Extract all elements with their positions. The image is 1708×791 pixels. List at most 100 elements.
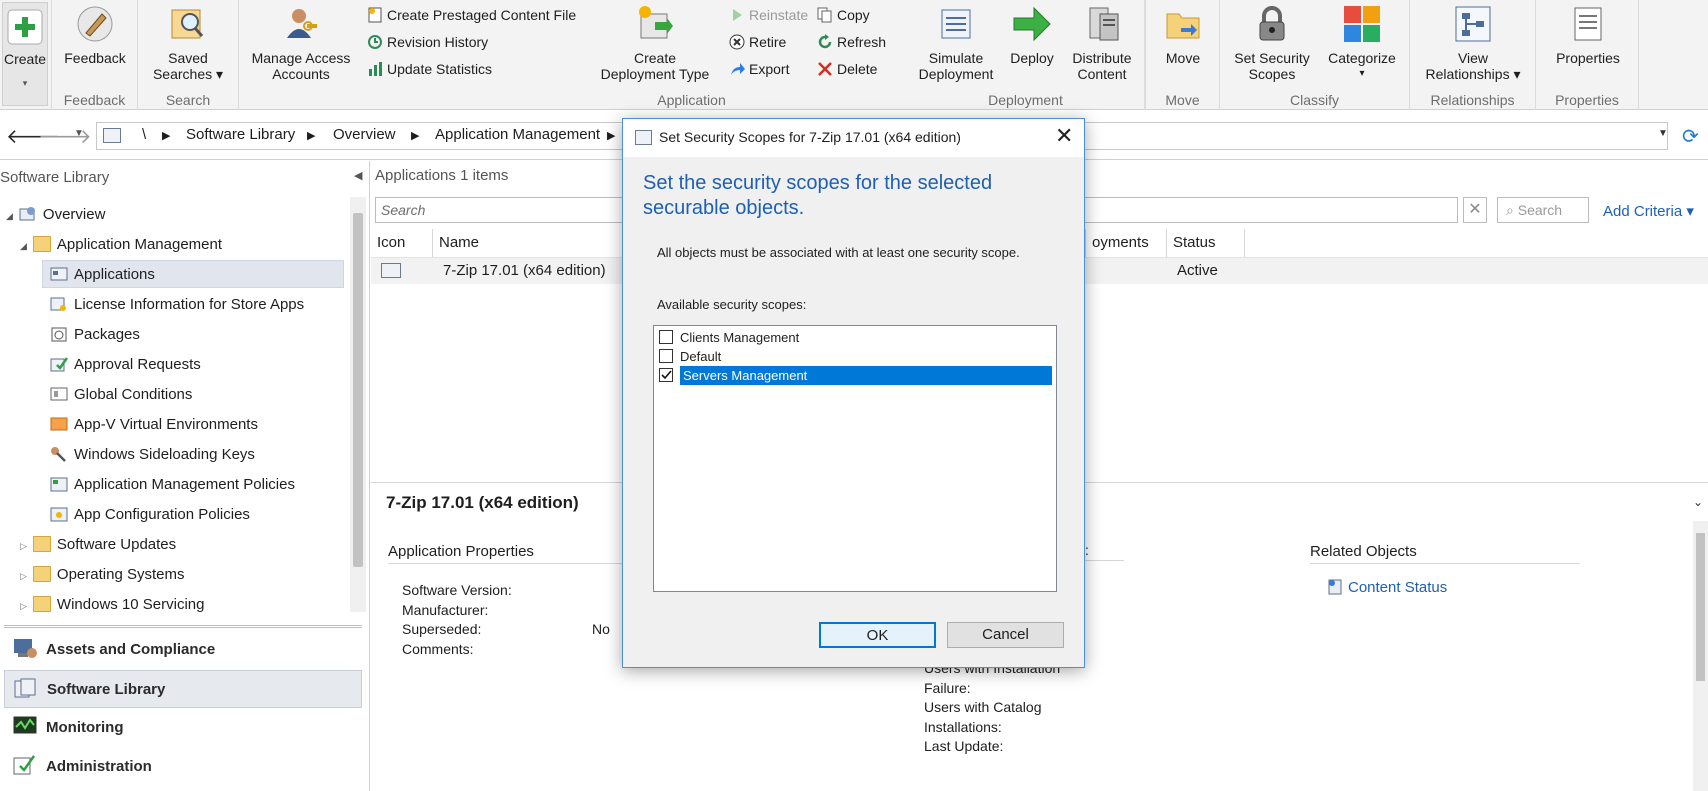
manage-access-button[interactable]: Manage Access Accounts [247,4,355,82]
deploy-button[interactable]: Deploy [1004,4,1060,66]
delete-x-icon [817,61,833,77]
add-criteria-link[interactable]: Add Criteria ▾ [1603,202,1694,220]
copy-button[interactable]: Copy [817,4,870,26]
tree-item-software-updates[interactable]: ▷ Software Updates [20,532,176,558]
export-button[interactable]: Export [729,58,789,80]
ok-button[interactable]: OK [819,622,936,648]
monitoring-icon [12,714,38,736]
workspace-label: Monitoring [46,719,124,736]
expand-arrow-icon[interactable]: ▷ [20,541,27,551]
create-deployment-type-button[interactable]: Create Deployment Type [593,4,717,82]
details-scrollbar-thumb[interactable] [1696,533,1705,681]
collapse-arrow-icon[interactable]: ◢ [6,211,13,221]
scope-checkbox-checked[interactable] [659,368,673,382]
breadcrumb-root[interactable]: \ [142,126,146,143]
feedback-button[interactable]: Feedback [58,4,132,66]
history-dropdown-icon[interactable]: ▼ [74,128,84,139]
pane-splitter[interactable] [4,625,362,628]
stat-label: Users with Catalog [924,699,1042,715]
scope-item-default[interactable]: Default [657,347,1052,366]
column-header-status[interactable]: Status [1167,229,1245,257]
approval-requests-icon [50,355,69,372]
expand-arrow-icon[interactable]: ▷ [20,571,27,581]
breadcrumb-application-management[interactable]: Application Management [435,126,600,143]
move-button[interactable]: Move [1152,4,1214,66]
dialog-titlebar[interactable]: Set Security Scopes for 7-Zip 17.01 (x64… [623,119,1084,157]
tree-item-operating-systems[interactable]: ▷ Operating Systems [20,562,184,588]
refresh-button[interactable]: Refresh [817,31,886,53]
tree-item-label: App-V Virtual Environments [74,416,258,433]
details-scrollbar[interactable] [1693,521,1708,791]
group-label-relationships: Relationships [1430,92,1515,108]
saved-searches-button[interactable]: Saved Searches ▾ [148,4,228,82]
tree-item-app-configuration-policies[interactable]: App Configuration Policies [50,502,250,528]
workspace-assets-compliance[interactable]: Assets and Compliance [4,631,362,669]
refresh-icon[interactable]: ⟳ [1682,124,1699,149]
close-icon[interactable]: ✕ [1055,123,1073,149]
reinstate-button[interactable]: Reinstate [729,4,808,26]
workspace-administration[interactable]: Administration [4,748,362,786]
nav-scrollbar-thumb[interactable] [353,213,363,567]
application-properties-title: Application Properties [388,543,534,560]
tree-item-packages[interactable]: Packages [50,322,140,348]
tree-item-overview[interactable]: ◢ Overview [6,202,105,228]
tree-item-appv-environments[interactable]: App-V Virtual Environments [50,412,258,438]
column-header-icon[interactable]: Icon [371,229,433,257]
scope-item-servers-management[interactable]: Servers Management [657,366,1052,385]
overview-icon [19,205,37,221]
properties-button[interactable]: Properties [1544,4,1632,66]
set-security-scopes-button[interactable]: Set Security Scopes [1228,4,1316,82]
expand-arrow-icon[interactable]: ▷ [20,601,27,611]
policy-icon [50,475,68,492]
tree-item-windows10-servicing[interactable]: ▷ Windows 10 Servicing [20,592,204,618]
retire-button[interactable]: Retire [729,31,786,53]
scope-checkbox[interactable] [659,349,673,363]
tree-item-license-information[interactable]: License Information for Store Apps [50,292,304,318]
view-relationships-button[interactable]: View Relationships ▾ [1416,4,1530,82]
nav-title: Software Library [0,169,110,186]
tree-item-label: Overview [42,206,106,223]
refresh-icon [817,34,833,50]
cancel-button[interactable]: Cancel [947,622,1064,648]
properties-label: Properties [1556,50,1620,66]
breadcrumb-software-library[interactable]: Software Library [186,126,295,143]
dialog-note: All objects must be associated with at l… [657,245,1020,260]
tree-item-applications[interactable]: Applications [50,262,155,288]
collapse-arrow-icon[interactable]: ◢ [20,241,27,251]
nav-scrollbar[interactable] [350,197,366,612]
collapse-details-icon[interactable]: ⌄ [1693,495,1703,509]
breadcrumb-overview[interactable]: Overview [333,126,396,143]
create-button[interactable]: Create ▾ [2,2,48,106]
clear-search-icon[interactable]: ✕ [1463,197,1487,223]
packages-icon [50,325,68,342]
simulate-deployment-button[interactable]: Simulate Deployment [912,4,1000,82]
feedback-label: Feedback [64,50,126,66]
workspace-monitoring[interactable]: Monitoring [4,709,362,747]
security-scopes-list[interactable]: Clients Management Default Servers Manag… [653,325,1057,592]
update-statistics-button[interactable]: Update Statistics [367,58,492,80]
tree-item-global-conditions[interactable]: Global Conditions [50,382,192,408]
search-button[interactable]: ⌕ Search [1497,197,1589,223]
create-dropdown-icon: ▾ [22,78,28,88]
tree-item-approval-requests[interactable]: Approval Requests [50,352,201,378]
address-dropdown-icon[interactable]: ▼ [1658,128,1668,139]
scope-item-clients-management[interactable]: Clients Management [657,328,1052,347]
stat-label: Failure: [924,679,971,696]
administration-icon [12,753,38,775]
workspace-software-library[interactable]: Software Library [4,670,362,708]
collapse-pane-icon[interactable]: ◀ [354,169,362,182]
column-header-deployments[interactable]: oyments [1085,229,1167,257]
delete-button[interactable]: Delete [817,58,877,80]
view-relationships-label2: Relationships ▾ [1425,66,1521,82]
create-prestaged-button[interactable]: Create Prestaged Content File [367,4,576,26]
content-status-link[interactable]: Content Status [1328,579,1447,596]
saved-searches-label2: Searches ▾ [152,66,224,82]
distribute-content-button[interactable]: Distribute Content [1062,4,1142,82]
tree-item-application-management[interactable]: ◢ Application Management [20,232,222,258]
scope-checkbox[interactable] [659,330,673,344]
tree-item-sideloading-keys[interactable]: Windows Sideloading Keys [50,442,255,468]
copy-label: Copy [837,7,870,23]
tree-item-app-management-policies[interactable]: Application Management Policies [50,472,295,498]
categorize-button[interactable]: Categorize ▾ [1320,4,1404,82]
revision-history-button[interactable]: Revision History [367,31,488,53]
